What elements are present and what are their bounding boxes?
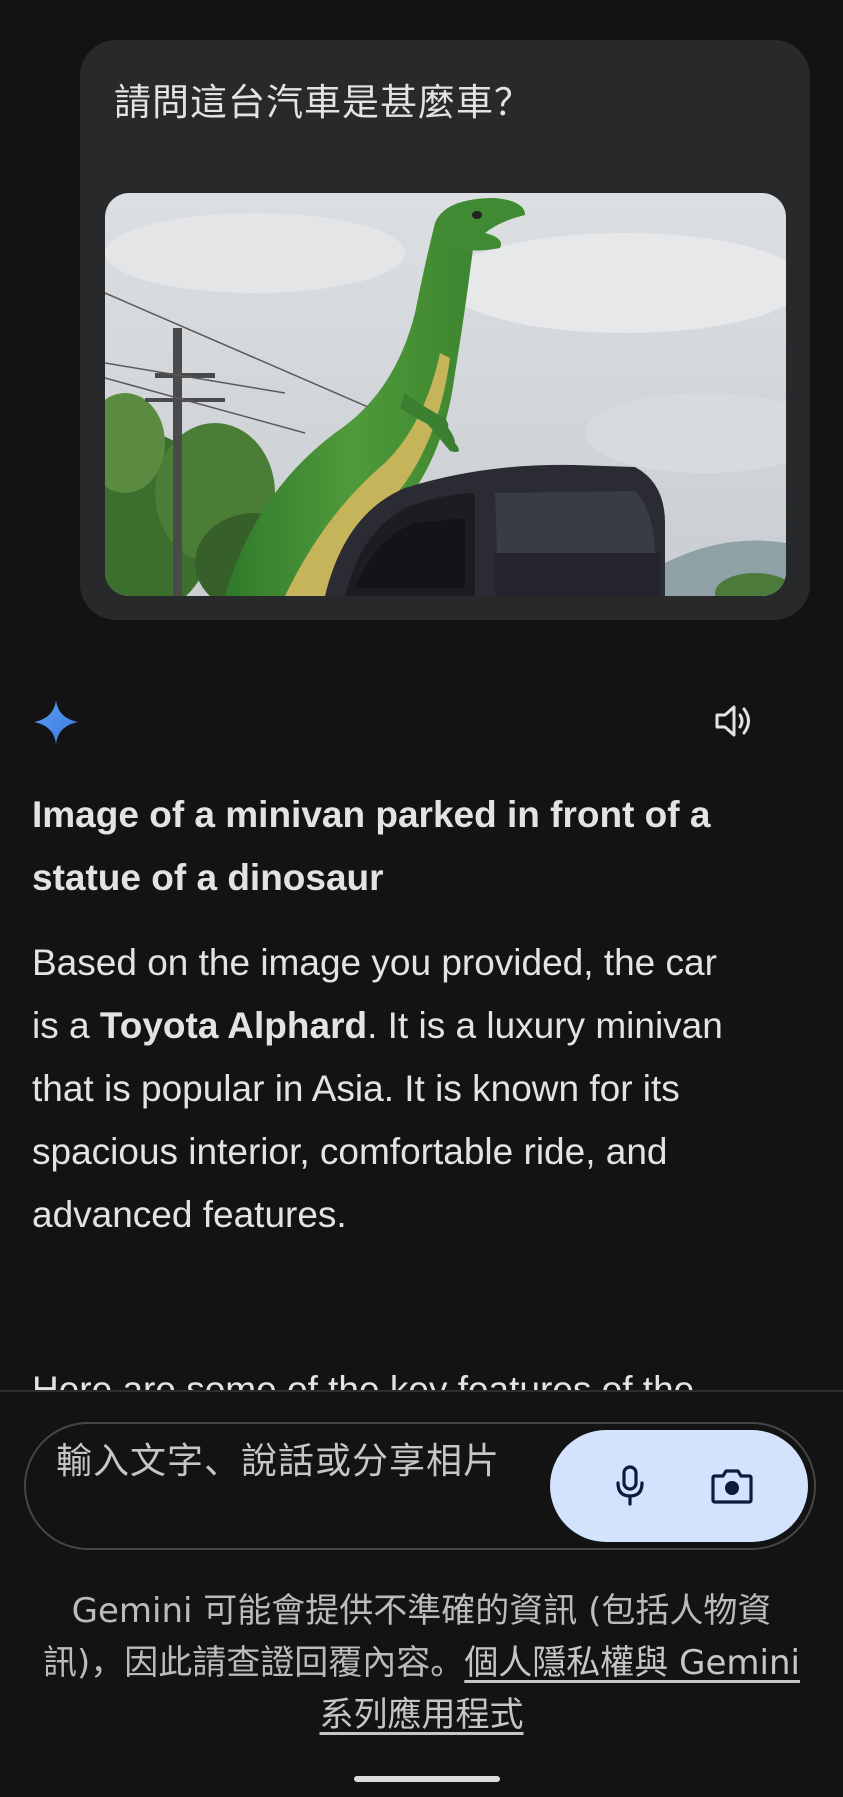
volume-icon xyxy=(715,705,750,737)
input-divider xyxy=(0,1390,843,1392)
disclaimer: Gemini 可能會提供不準確的資訊 (包括人物資訊)，因此請查證回覆內容。個人… xyxy=(40,1585,803,1741)
home-indicator[interactable] xyxy=(354,1776,500,1782)
response-content: Image of a minivan parked in front of a … xyxy=(32,783,802,1246)
mic-button[interactable] xyxy=(602,1458,658,1514)
response-next-line: Here are some of the key features of the xyxy=(32,1369,695,1390)
user-uploaded-photo[interactable] xyxy=(105,193,786,596)
mic-icon xyxy=(616,1465,644,1506)
response-title: Image of a minivan parked in front of a … xyxy=(32,794,711,898)
user-prompt-text: 請問這台汽車是甚麼車？ xyxy=(114,81,532,124)
read-aloud-button[interactable] xyxy=(710,696,760,746)
camera-icon xyxy=(711,1469,753,1504)
camera-button[interactable] xyxy=(704,1458,760,1514)
response-paragraph: Based on the image you provided, the car… xyxy=(32,931,732,1246)
response-car-model: Toyota Alphard xyxy=(99,1005,368,1046)
response-overflow-line: Here are some of the key features of the xyxy=(32,1358,822,1390)
gemini-spark-icon xyxy=(34,700,78,744)
input-actions xyxy=(550,1430,808,1542)
user-prompt-bubble: 請問這台汽車是甚麼車？ xyxy=(80,40,810,620)
prompt-input-placeholder[interactable]: 輸入文字、說話或分享相片 xyxy=(56,1432,506,1492)
prompt-input-box[interactable]: 輸入文字、說話或分享相片 xyxy=(24,1422,816,1550)
